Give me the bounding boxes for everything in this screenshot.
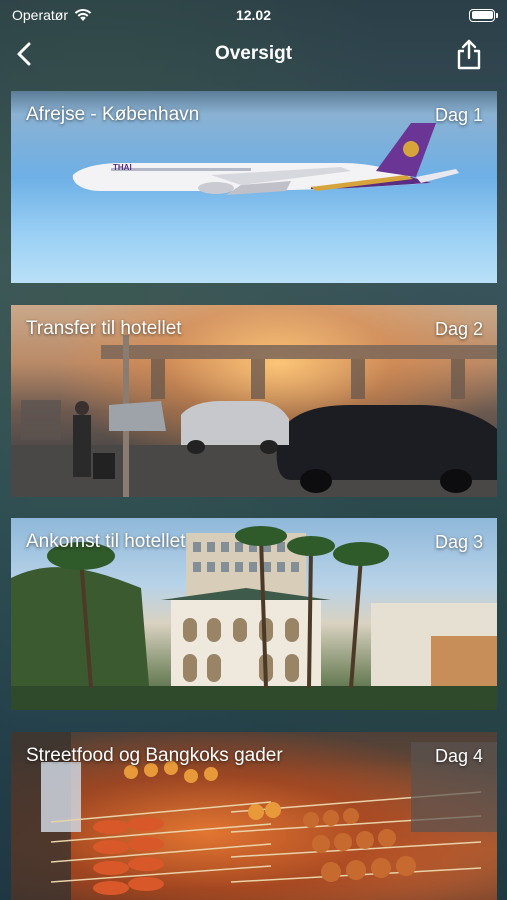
day-title: Afrejse - København (26, 104, 200, 125)
day-label: Dag 2 (434, 319, 483, 339)
status-bar: Operatør 12.02 (0, 0, 507, 30)
day-card-2[interactable]: Transfer til hotellet Dag 2 (11, 305, 497, 497)
status-time: 12.02 (235, 7, 272, 23)
battery-level (471, 11, 493, 19)
status-left: Operatør (12, 7, 172, 23)
status-right (335, 8, 498, 22)
navigation-bar: Oversigt (0, 30, 507, 78)
page-title: Oversigt (214, 43, 293, 64)
day-card-1[interactable]: THAI Afrejse - København Dag 1 (11, 91, 497, 283)
battery-icon (469, 8, 498, 22)
day-label: Dag 1 (434, 105, 483, 125)
day-card-4[interactable]: Streetfood og Bangkoks gader Dag 4 (11, 732, 497, 900)
share-icon (457, 39, 481, 70)
svg-text:THAI: THAI (113, 163, 132, 172)
back-button[interactable] (12, 40, 38, 68)
day-card-3[interactable]: Ankomst til hotellet Dag 3 (11, 518, 497, 710)
day-label: Dag 3 (434, 532, 483, 552)
share-button[interactable] (455, 38, 483, 70)
chevron-left-icon (17, 42, 31, 66)
day-title: Ankomst til hotellet (26, 531, 186, 552)
carrier-label: Operatør (12, 7, 69, 23)
day-title: Streetfood og Bangkoks gader (26, 745, 283, 766)
day-label: Dag 4 (434, 746, 483, 766)
wifi-icon (74, 8, 92, 21)
day-title: Transfer til hotellet (26, 318, 182, 339)
